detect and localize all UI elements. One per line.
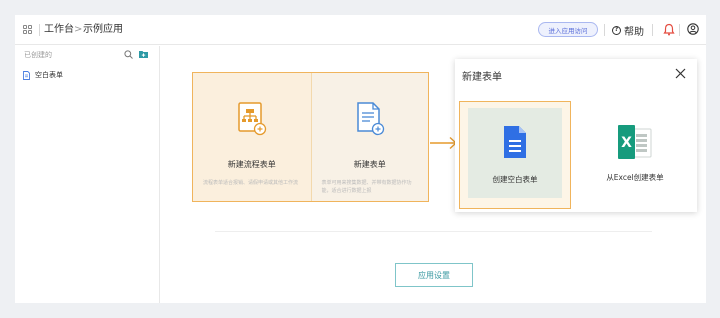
template-description: 流程表单适合报销、请假申请或其他工作流 — [203, 180, 299, 186]
divider — [652, 24, 653, 36]
sidebar-item-label: 空白表单 — [35, 71, 63, 79]
template-description: 表单可用来搜集数据、并带有数据协作功能，适合进行数据上报 — [321, 180, 412, 194]
breadcrumb-current-app[interactable]: 示例应用 — [83, 23, 123, 37]
apps-grid-icon[interactable] — [23, 25, 32, 34]
option-tile: 创建空白表单 — [468, 108, 562, 198]
create-blank-form-option[interactable]: 创建空白表单 — [459, 101, 571, 209]
template-cards: 新建流程表单 流程表单适合报销、请假申请或其他工作流 新建表单 表单可用来搜集数… — [192, 72, 429, 202]
sidebar: 已创建的 空白表单 — [15, 46, 160, 303]
flow-form-icon — [238, 102, 266, 136]
svg-text:X: X — [621, 135, 632, 151]
excel-icon: X — [618, 125, 652, 159]
form-doc-icon — [23, 70, 30, 80]
create-from-excel-option[interactable]: X 从Excel创建表单 — [577, 101, 693, 209]
new-flow-form-card[interactable]: 新建流程表单 流程表单适合报销、请假申请或其他工作流 — [193, 73, 311, 201]
divider — [679, 24, 680, 36]
breadcrumb-workbench[interactable]: 工作台 — [44, 23, 74, 37]
help-label: 帮助 — [624, 26, 644, 38]
new-form-popup: 新建表单 创建空白表单 X 从Excel创建表单 — [455, 59, 697, 212]
app-window: 工作台 > 示例应用 进入应用访问 ? 帮助 已创建的 空白表单 新建流程表单 … — [15, 15, 706, 303]
divider — [39, 24, 40, 36]
new-form-icon — [357, 102, 384, 136]
visit-app-button[interactable]: 进入应用访问 — [538, 22, 598, 37]
add-folder-icon[interactable] — [139, 50, 148, 58]
help-icon: ? — [612, 25, 621, 35]
help-button[interactable]: ? 帮助 — [612, 22, 644, 38]
new-form-card[interactable]: 新建表单 表单可用来搜集数据、并带有数据协作功能，适合进行数据上报 — [310, 73, 428, 201]
blank-doc-icon — [504, 126, 526, 158]
bell-icon[interactable] — [663, 23, 675, 36]
sidebar-heading: 已创建的 — [24, 51, 52, 59]
search-icon[interactable] — [124, 50, 133, 59]
user-avatar-icon[interactable] — [687, 23, 699, 35]
template-title: 新建表单 — [353, 160, 386, 169]
popup-title: 新建表单 — [462, 72, 502, 83]
divider — [604, 24, 605, 36]
content-divider — [215, 231, 652, 232]
sidebar-item-blank-form[interactable]: 空白表单 — [23, 70, 63, 80]
top-bar: 工作台 > 示例应用 进入应用访问 ? 帮助 — [15, 15, 706, 45]
app-settings-button[interactable]: 应用设置 — [395, 263, 473, 287]
template-title: 新建流程表单 — [227, 160, 276, 169]
breadcrumb-separator: > — [74, 24, 83, 35]
option-label: 从Excel创建表单 — [606, 173, 664, 182]
option-label: 创建空白表单 — [492, 175, 538, 184]
close-icon[interactable] — [675, 68, 686, 79]
